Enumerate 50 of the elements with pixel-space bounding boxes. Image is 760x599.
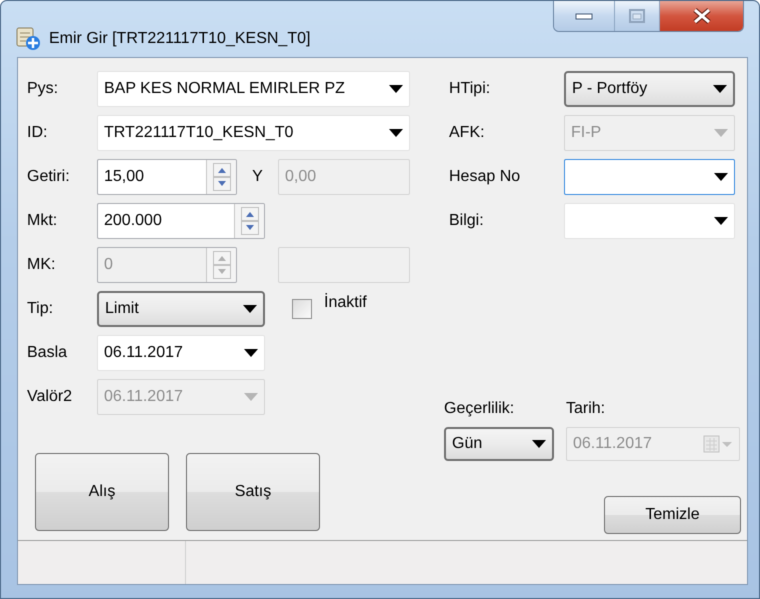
field-label: Hesap No <box>448 167 522 187</box>
spin-buttons[interactable] <box>206 160 236 194</box>
caret-icon <box>532 440 546 448</box>
spin-buttons[interactable] <box>234 204 264 238</box>
close-button[interactable] <box>660 1 743 31</box>
action-button[interactable]: Alış <box>35 453 169 531</box>
field-label: Valör2 <box>27 387 74 407</box>
caret-icon <box>389 129 403 137</box>
close-icon <box>690 7 712 25</box>
field-label: AFK: <box>448 123 486 143</box>
caret-icon <box>244 349 258 357</box>
action-button[interactable]: Satış <box>186 453 320 531</box>
maximize-button[interactable] <box>615 1 660 31</box>
minimize-button[interactable] <box>554 1 615 31</box>
field-label: HTipi: <box>448 79 492 99</box>
maximize-icon <box>628 8 646 24</box>
date-field[interactable]: 06.11.2017 <box>97 335 265 371</box>
field-label: Tip: <box>27 299 54 319</box>
field-label: Pys: <box>27 79 60 99</box>
minimize-icon <box>574 11 594 21</box>
field-label: Geçerlilik: <box>444 399 516 419</box>
checkbox[interactable] <box>292 299 312 319</box>
combo-box[interactable]: TRT221117T10_KESN_T0 <box>97 115 410 151</box>
field-label: Bilgi: <box>448 211 485 231</box>
combo-box[interactable]: BAP KES NORMAL EMIRLER PZ <box>97 71 410 107</box>
caret-icon <box>714 173 728 181</box>
field-label: Y <box>251 167 264 187</box>
caret-icon <box>244 393 258 401</box>
field-label: Getiri: <box>27 167 71 187</box>
app-icon <box>15 25 41 51</box>
dropdown-button[interactable]: P - Portföy <box>564 71 735 107</box>
caret-icon <box>714 129 728 137</box>
checkbox-label[interactable]: İnaktif <box>324 291 367 315</box>
caret-icon <box>713 85 727 93</box>
caret-icon <box>714 217 728 225</box>
number-field[interactable]: 200.000 <box>97 203 265 239</box>
number-field[interactable]: 15,00 <box>97 159 237 195</box>
calendar-icon <box>703 434 733 454</box>
field-label: ID: <box>27 123 48 143</box>
combo-box[interactable] <box>564 159 735 195</box>
field-label: Tarih: <box>566 399 606 419</box>
field-label: Basla <box>27 343 68 363</box>
dropdown-button[interactable]: Limit <box>97 291 265 327</box>
dropdown-button[interactable]: Gün <box>444 427 554 461</box>
clear-button[interactable]: Temizle <box>604 496 741 534</box>
field-label: Mkt: <box>27 211 58 231</box>
window-title: Emir Gir [TRT221117T10_KESN_T0] <box>49 29 310 49</box>
field-label: MK: <box>27 255 56 275</box>
caret-icon <box>389 85 403 93</box>
caret-icon <box>243 305 257 313</box>
